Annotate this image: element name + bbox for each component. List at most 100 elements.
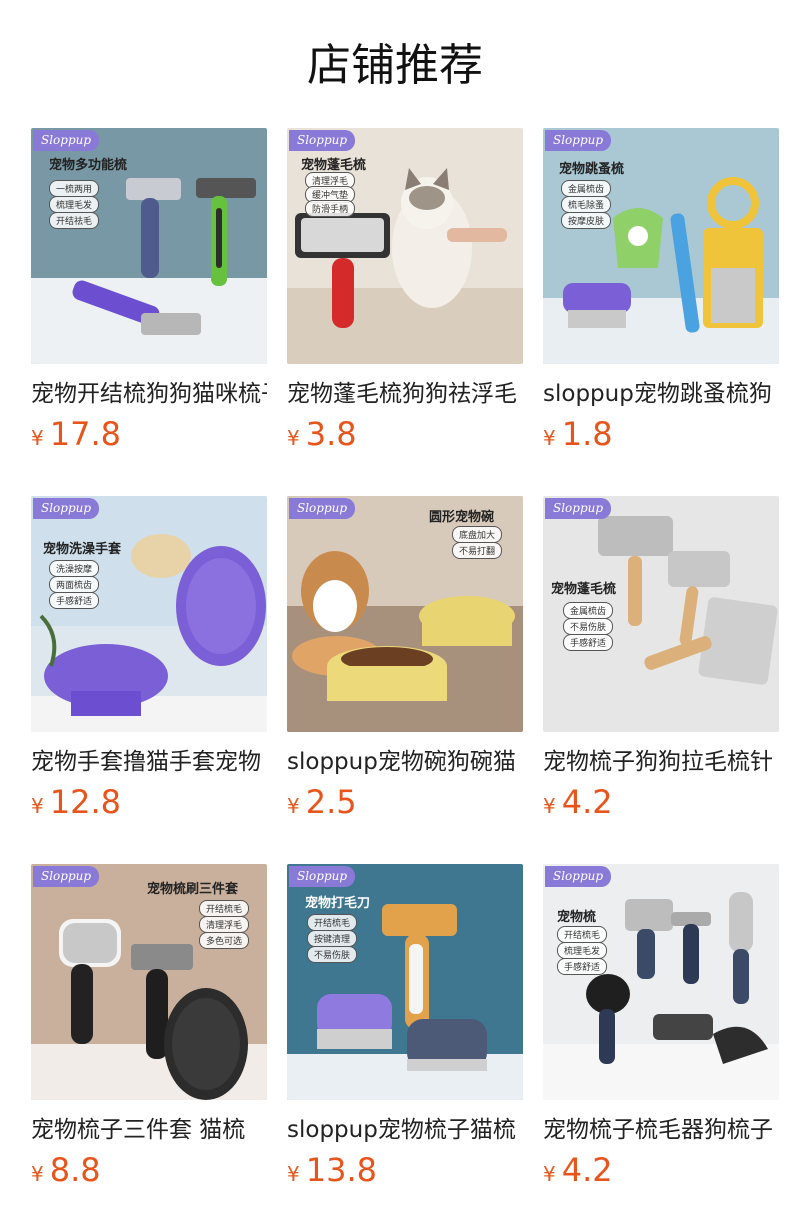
price-value: 3.8 (305, 415, 357, 453)
image-heading: 宠物洗澡手套 (43, 542, 122, 557)
feature-pill: 梳理毛发 (49, 196, 100, 213)
product-name[interactable]: sloppup宠物跳蚤梳狗 (543, 378, 779, 410)
image-heading: 宠物梳刷三件套 (147, 882, 239, 897)
product-price: ¥13.8 (287, 1150, 523, 1190)
feature-pill: 梳毛除蚤 (561, 196, 612, 213)
product-card[interactable]: Sloppup 宠物跳蚤梳 金属梳齿 梳毛除蚤 按摩皮肤 sloppup宠物跳蚤… (543, 128, 779, 496)
bath-glove-illustration (31, 496, 267, 732)
product-image[interactable]: Sloppup 宠物蓬毛梳 金属梳齿 不易伤肤 手感舒适 (543, 496, 779, 732)
feature-pill: 不易打翻 (452, 542, 503, 559)
image-heading: 宠物蓬毛梳 (551, 582, 617, 597)
product-name[interactable]: sloppup宠物梳子猫梳 (287, 1114, 523, 1146)
feature-pill: 手感舒适 (563, 634, 614, 651)
product-price: ¥1.8 (543, 414, 779, 454)
price-value: 4.2 (561, 1151, 613, 1189)
price-value: 13.8 (305, 1151, 377, 1189)
feature-pill: 一梳两用 (49, 180, 100, 197)
product-card[interactable]: Sloppup 宠物蓬毛梳 清理浮毛 缓冲气垫 防滑手柄 宠物蓬毛梳狗狗祛浮毛 … (287, 128, 523, 496)
brand-logo: Sloppup (545, 498, 612, 519)
brand-logo: Sloppup (545, 130, 612, 151)
currency-symbol: ¥ (31, 1162, 44, 1186)
currency-symbol: ¥ (543, 794, 556, 818)
price-value: 8.8 (49, 1151, 101, 1189)
product-image[interactable]: Sloppup 宠物跳蚤梳 金属梳齿 梳毛除蚤 按摩皮肤 (543, 128, 779, 364)
product-image[interactable]: Sloppup 宠物多功能梳 一梳两用 梳理毛发 开结祛毛 (31, 128, 267, 364)
page-title: 店铺推荐 (307, 40, 483, 91)
product-card[interactable]: Sloppup 宠物梳 开结梳毛 梳理毛发 手感舒适 宠物梳子梳毛器狗梳子 ¥4… (543, 864, 779, 1232)
feature-pill: 按摩皮肤 (561, 212, 612, 229)
feature-pill: 开结梳毛 (307, 914, 358, 931)
currency-symbol: ¥ (287, 794, 300, 818)
product-card[interactable]: Sloppup 圆形宠物碗 底盘加大 不易打翻 sloppup宠物碗狗碗猫 ¥2… (287, 496, 523, 864)
product-image[interactable]: Sloppup 宠物梳刷三件套 开结梳毛 清理浮毛 多色可选 (31, 864, 267, 1100)
image-heading: 圆形宠物碗 (429, 510, 495, 525)
feature-pill: 金属梳齿 (561, 180, 612, 197)
product-price: ¥4.2 (543, 1150, 779, 1190)
currency-symbol: ¥ (287, 1162, 300, 1186)
feature-pill: 金属梳齿 (563, 602, 614, 619)
product-image[interactable]: Sloppup 宠物洗澡手套 洗澡按摩 两面梳齿 手感舒适 (31, 496, 267, 732)
feature-pill: 防滑手柄 (305, 200, 356, 217)
product-image[interactable]: Sloppup 宠物打毛刀 开结梳毛 按键清理 不易伤肤 (287, 864, 523, 1100)
product-image[interactable]: Sloppup 宠物梳 开结梳毛 梳理毛发 手感舒适 (543, 864, 779, 1100)
feature-pill: 洗澡按摩 (49, 560, 100, 577)
product-name[interactable]: 宠物开结梳狗狗猫咪梳子 (31, 378, 267, 410)
feature-pill: 开结祛毛 (49, 212, 100, 229)
image-heading: 宠物多功能梳 (49, 158, 128, 173)
feature-pill: 手感舒适 (49, 592, 100, 609)
feature-pill: 不易伤肤 (307, 946, 358, 963)
price-value: 17.8 (49, 415, 121, 453)
brand-logo: Sloppup (33, 498, 100, 519)
product-card[interactable]: Sloppup 宠物蓬毛梳 金属梳齿 不易伤肤 手感舒适 宠物梳子狗狗拉毛梳针 … (543, 496, 779, 864)
product-price: ¥17.8 (31, 414, 267, 454)
image-heading: 宠物蓬毛梳 (301, 158, 367, 173)
product-card[interactable]: Sloppup 宠物梳刷三件套 开结梳毛 清理浮毛 多色可选 宠物梳子三件套 猫… (31, 864, 267, 1232)
product-price: ¥8.8 (31, 1150, 267, 1190)
product-name[interactable]: 宠物梳子三件套 猫梳 (31, 1114, 267, 1146)
feature-pill: 梳理毛发 (557, 942, 608, 959)
product-price: ¥3.8 (287, 414, 523, 454)
product-name[interactable]: 宠物蓬毛梳狗狗祛浮毛 (287, 378, 523, 410)
grooming-set-illustration (543, 892, 779, 1100)
brand-logo: Sloppup (289, 130, 356, 151)
currency-symbol: ¥ (543, 1162, 556, 1186)
brand-logo: Sloppup (289, 866, 356, 887)
feature-pill: 开结梳毛 (557, 926, 608, 943)
feature-pill: 多色可选 (199, 932, 250, 949)
product-card[interactable]: Sloppup 宠物洗澡手套 洗澡按摩 两面梳齿 手感舒适 宠物手套撸猫手套宠物… (31, 496, 267, 864)
brand-logo: Sloppup (33, 130, 100, 151)
product-grid: Sloppup 宠物多功能梳 一梳两用 梳理毛发 开结祛毛 宠物开结梳狗狗猫咪梳… (31, 128, 779, 1232)
product-card[interactable]: Sloppup 宠物打毛刀 开结梳毛 按键清理 不易伤肤 sloppup宠物梳子… (287, 864, 523, 1232)
product-card[interactable]: Sloppup 宠物多功能梳 一梳两用 梳理毛发 开结祛毛 宠物开结梳狗狗猫咪梳… (31, 128, 267, 496)
product-price: ¥12.8 (31, 782, 267, 822)
product-image[interactable]: Sloppup 宠物蓬毛梳 清理浮毛 缓冲气垫 防滑手柄 (287, 128, 523, 364)
image-heading: 宠物梳 (557, 910, 597, 925)
image-heading: 宠物跳蚤梳 (559, 162, 625, 177)
brand-logo: Sloppup (33, 866, 100, 887)
price-value: 2.5 (305, 783, 357, 821)
currency-symbol: ¥ (31, 794, 44, 818)
brand-logo: Sloppup (289, 498, 356, 519)
product-name[interactable]: sloppup宠物碗狗碗猫 (287, 746, 523, 778)
feature-pill: 底盘加大 (452, 526, 503, 543)
price-value: 1.8 (561, 415, 613, 453)
shop-recommendations-page: 店铺推荐 Sloppup 宠物多功能梳 一梳两用 梳理毛发 开结祛毛 宠物开结梳… (0, 0, 790, 1232)
price-value: 12.8 (49, 783, 121, 821)
currency-symbol: ¥ (543, 426, 556, 450)
feature-pill: 手感舒适 (557, 958, 608, 975)
price-value: 4.2 (561, 783, 613, 821)
currency-symbol: ¥ (287, 426, 300, 450)
currency-symbol: ¥ (31, 426, 44, 450)
image-heading: 宠物打毛刀 (305, 896, 371, 911)
product-price: ¥4.2 (543, 782, 779, 822)
feature-pill: 两面梳齿 (49, 576, 100, 593)
brand-logo: Sloppup (545, 866, 612, 887)
feature-pill: 按键清理 (307, 930, 358, 947)
feature-pill: 清理浮毛 (199, 916, 250, 933)
product-name[interactable]: 宠物手套撸猫手套宠物 (31, 746, 267, 778)
feature-pill: 开结梳毛 (199, 900, 250, 917)
product-name[interactable]: 宠物梳子梳毛器狗梳子 (543, 1114, 779, 1146)
product-image[interactable]: Sloppup 圆形宠物碗 底盘加大 不易打翻 (287, 496, 523, 732)
product-price: ¥2.5 (287, 782, 523, 822)
product-name[interactable]: 宠物梳子狗狗拉毛梳针 (543, 746, 779, 778)
